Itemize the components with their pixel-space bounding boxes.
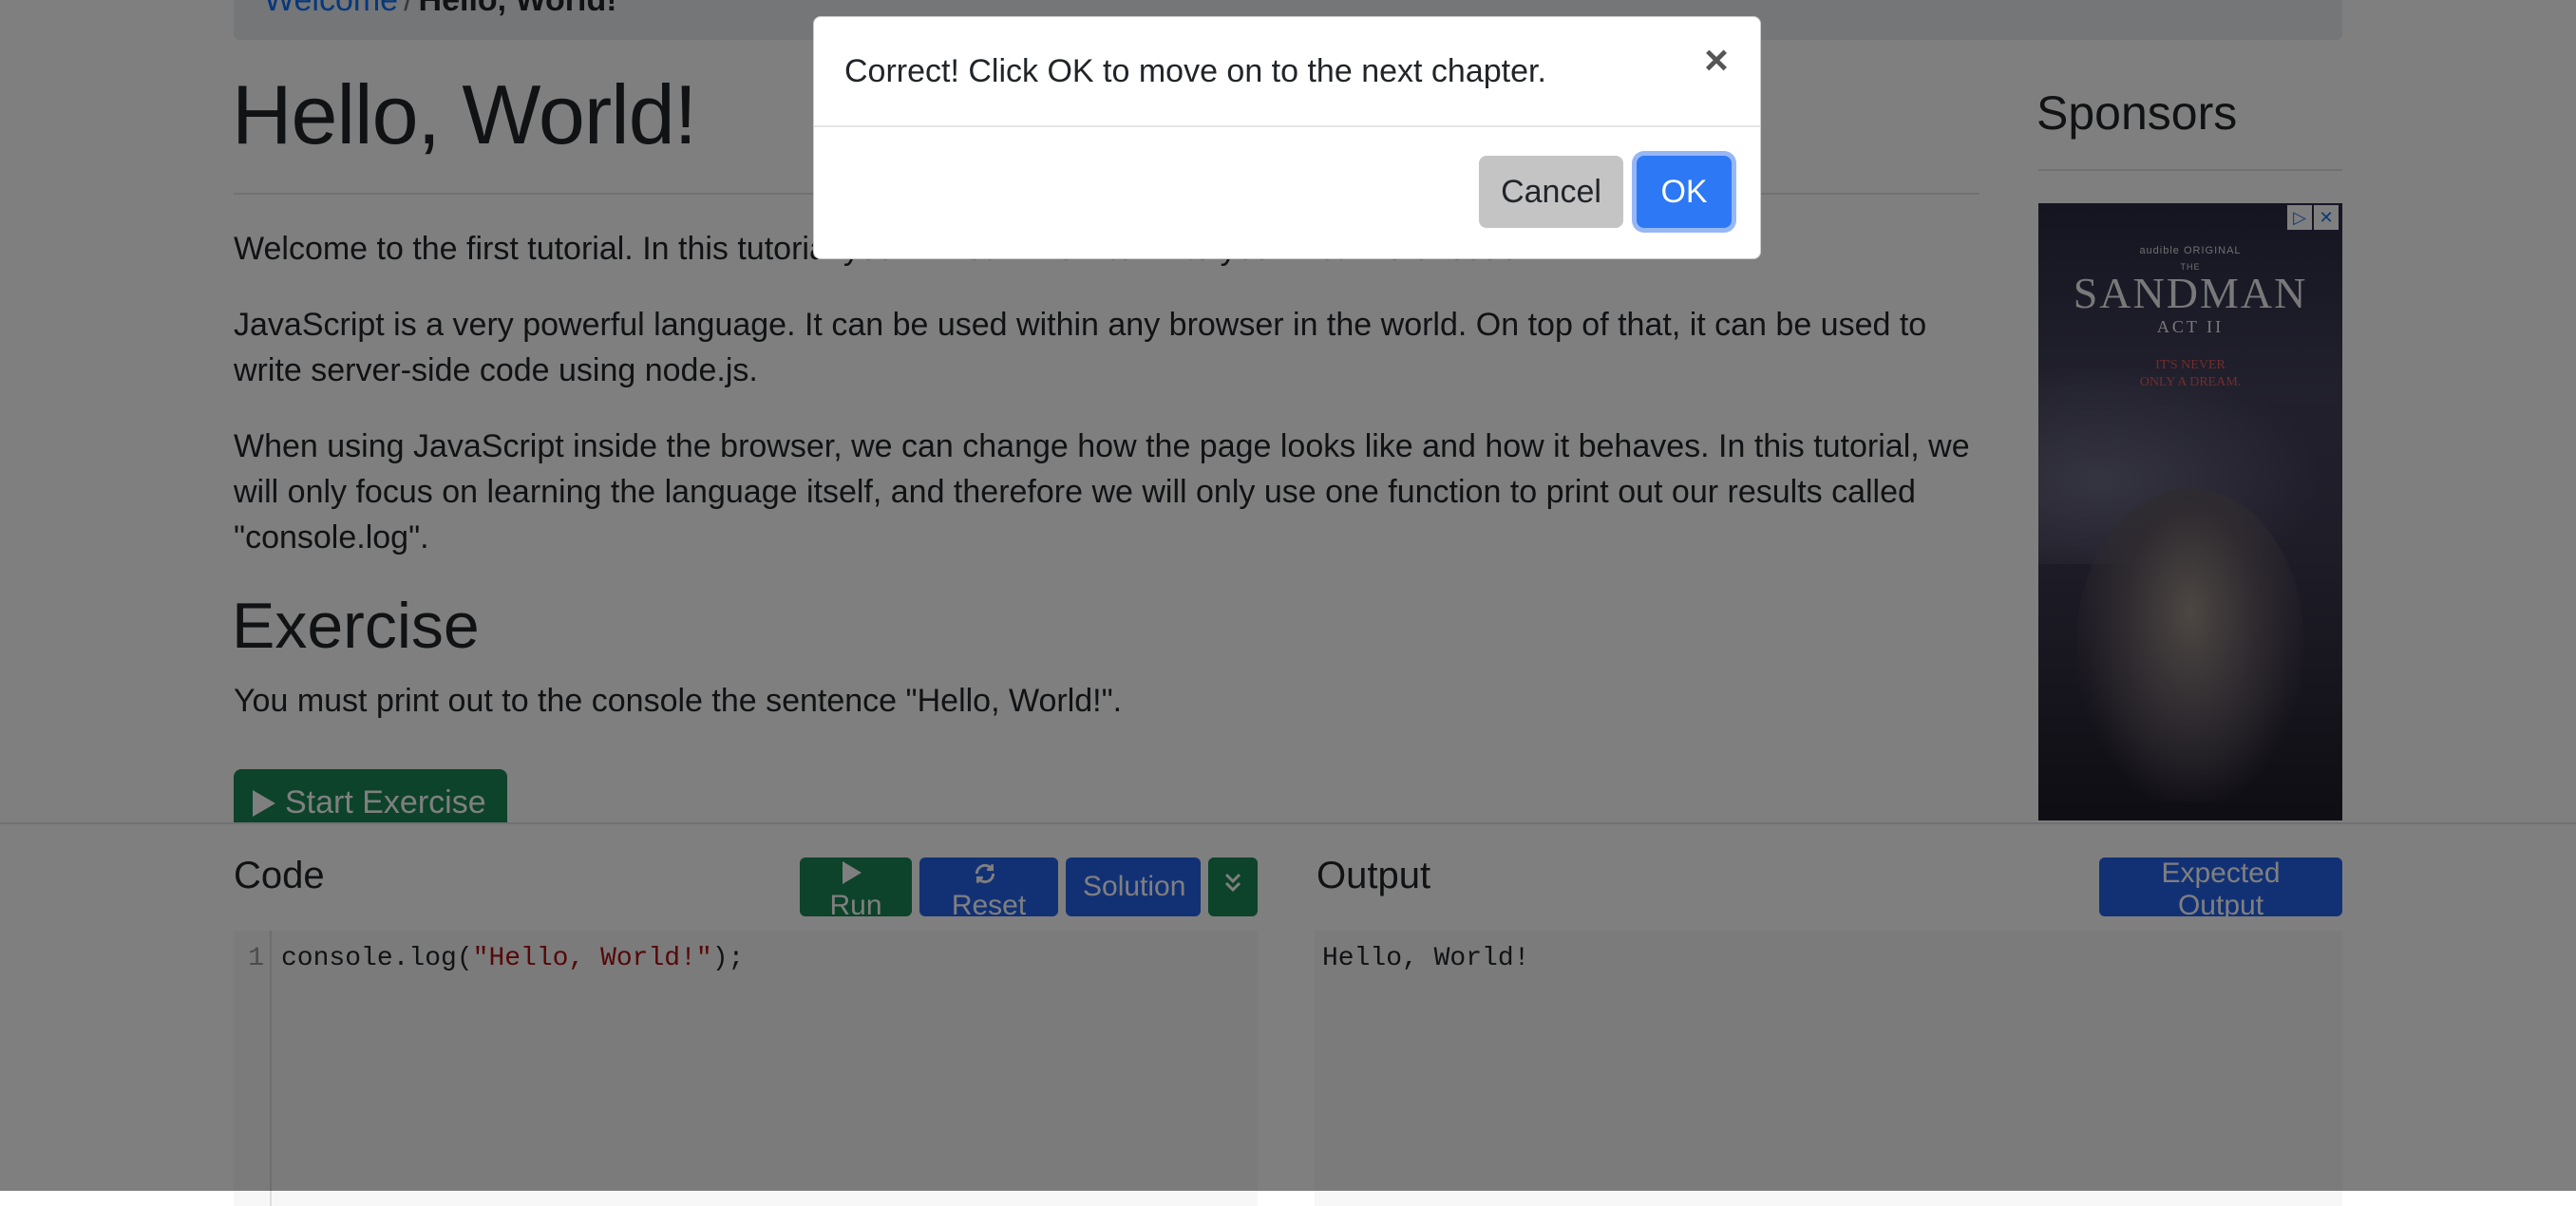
dialog-message: Correct! Click OK to move on to the next… (844, 53, 1546, 89)
cancel-button[interactable]: Cancel (1479, 156, 1623, 228)
confirm-dialog: Correct! Click OK to move on to the next… (813, 16, 1761, 259)
dialog-divider (814, 125, 1760, 127)
close-icon[interactable]: × (1690, 34, 1743, 87)
ok-button[interactable]: OK (1637, 156, 1732, 228)
